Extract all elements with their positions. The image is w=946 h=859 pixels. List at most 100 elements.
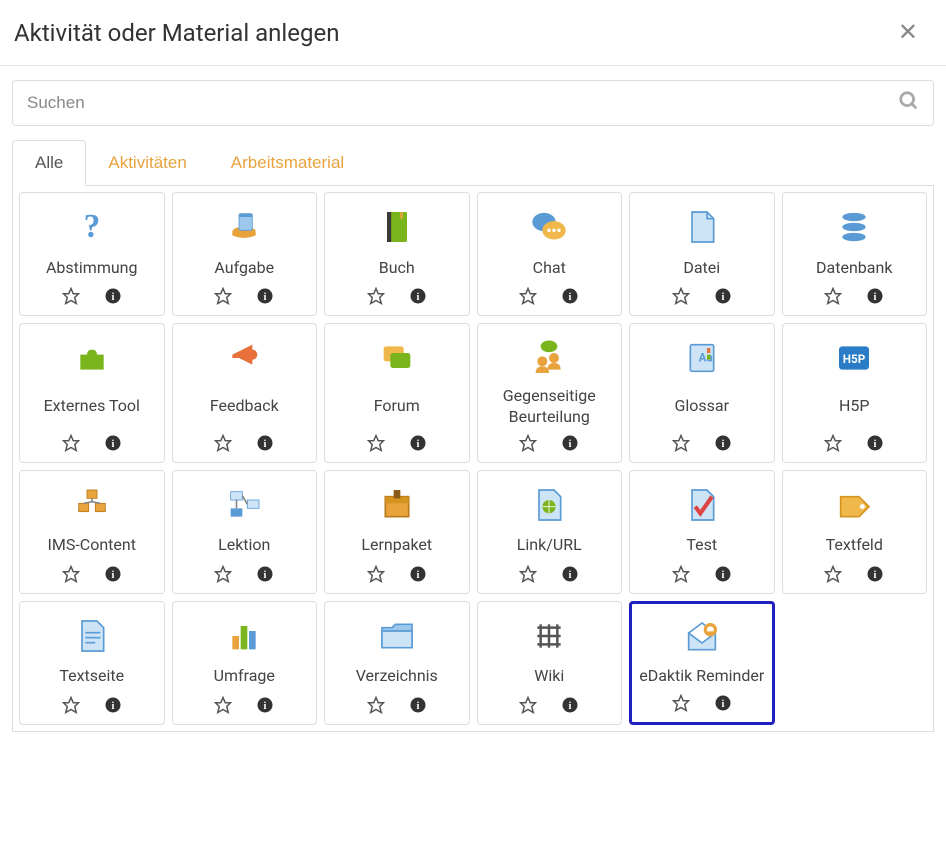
- activity-label: eDaktik Reminder: [639, 666, 764, 687]
- info-button[interactable]: i: [866, 287, 884, 305]
- activity-card[interactable]: Wikii: [477, 601, 623, 725]
- info-button[interactable]: i: [561, 696, 579, 714]
- info-button[interactable]: i: [714, 694, 732, 712]
- card-actions: i: [62, 565, 122, 583]
- star-button[interactable]: [519, 696, 537, 714]
- star-button[interactable]: [214, 287, 232, 305]
- info-button[interactable]: i: [866, 565, 884, 583]
- activity-card[interactable]: Testi: [629, 470, 775, 594]
- info-button[interactable]: i: [256, 434, 274, 452]
- h5p-icon: H5P: [830, 334, 878, 382]
- star-button[interactable]: [519, 434, 537, 452]
- svg-text:i: i: [416, 292, 419, 303]
- activity-card[interactable]: Dateii: [629, 192, 775, 316]
- tab-aktivitäten[interactable]: Aktivitäten: [86, 140, 208, 186]
- star-button[interactable]: [672, 287, 690, 305]
- tab-alle[interactable]: Alle: [12, 140, 86, 186]
- activity-card[interactable]: Forumi: [324, 323, 470, 463]
- info-button[interactable]: i: [561, 287, 579, 305]
- page-icon: [68, 612, 116, 660]
- info-button[interactable]: i: [866, 434, 884, 452]
- info-button[interactable]: i: [561, 565, 579, 583]
- star-button[interactable]: [672, 565, 690, 583]
- activity-card[interactable]: Externes Tooli: [19, 323, 165, 463]
- svg-text:i: i: [874, 292, 877, 303]
- activity-card[interactable]: Verzeichnisi: [324, 601, 470, 725]
- star-button[interactable]: [214, 565, 232, 583]
- star-button[interactable]: [62, 696, 80, 714]
- star-button[interactable]: [214, 434, 232, 452]
- star-button[interactable]: [672, 694, 690, 712]
- star-button[interactable]: [519, 287, 537, 305]
- star-button[interactable]: [672, 434, 690, 452]
- close-icon: ✕: [898, 19, 918, 46]
- svg-text:i: i: [569, 569, 572, 580]
- info-button[interactable]: i: [714, 287, 732, 305]
- activity-card[interactable]: Chati: [477, 192, 623, 316]
- star-button[interactable]: [519, 565, 537, 583]
- database-icon: [830, 203, 878, 251]
- info-button[interactable]: i: [256, 287, 274, 305]
- star-button[interactable]: [62, 565, 80, 583]
- activity-card[interactable]: Feedbacki: [172, 323, 318, 463]
- star-button[interactable]: [824, 565, 842, 583]
- activity-card[interactable]: Link/URL i: [477, 470, 623, 594]
- activity-label: Umfrage: [214, 666, 275, 687]
- info-button[interactable]: i: [409, 696, 427, 714]
- activity-card[interactable]: H5PH5Pi: [782, 323, 928, 463]
- tab-arbeitsmaterial[interactable]: Arbeitsmaterial: [209, 140, 366, 186]
- activity-card[interactable]: Aufgabe i: [172, 192, 318, 316]
- card-actions: i: [519, 696, 579, 714]
- star-button[interactable]: [367, 565, 385, 583]
- info-button[interactable]: i: [104, 287, 122, 305]
- info-button[interactable]: i: [104, 565, 122, 583]
- card-actions: i: [367, 696, 427, 714]
- card-actions: i: [672, 434, 732, 452]
- star-button[interactable]: [367, 696, 385, 714]
- star-button[interactable]: [824, 434, 842, 452]
- activity-card[interactable]: Umfrage i: [172, 601, 318, 725]
- info-button[interactable]: i: [714, 565, 732, 583]
- info-button[interactable]: i: [409, 287, 427, 305]
- svg-text:i: i: [416, 569, 419, 580]
- activity-card[interactable]: Lektioni: [172, 470, 318, 594]
- activity-label: Aufgabe: [214, 258, 274, 279]
- activity-card[interactable]: Textseitei: [19, 601, 165, 725]
- info-button[interactable]: i: [256, 565, 274, 583]
- activity-label: Gegenseitige Beurteilung: [484, 386, 616, 428]
- info-button[interactable]: i: [409, 565, 427, 583]
- card-actions: i: [519, 565, 579, 583]
- star-button[interactable]: [367, 287, 385, 305]
- activity-card[interactable]: ?Abstimmungi: [19, 192, 165, 316]
- activity-card[interactable]: IMS-Contenti: [19, 470, 165, 594]
- card-actions: i: [214, 565, 274, 583]
- svg-text:i: i: [111, 292, 114, 303]
- activity-card[interactable]: Textfeldi: [782, 470, 928, 594]
- activity-card[interactable]: Buchi: [324, 192, 470, 316]
- close-button[interactable]: ✕: [892, 18, 924, 47]
- activity-card[interactable]: Gegenseitige Beurteilung i: [477, 323, 623, 463]
- modal-header: Aktivität oder Material anlegen ✕: [0, 0, 946, 66]
- activity-grid: ?AbstimmungiAufgabeiBuchiChatiDateiiDate…: [19, 192, 927, 725]
- activity-label: Abstimmung: [46, 258, 138, 279]
- star-button[interactable]: [62, 287, 80, 305]
- activity-card[interactable]: AaGlossari: [629, 323, 775, 463]
- info-button[interactable]: i: [104, 696, 122, 714]
- info-button[interactable]: i: [714, 434, 732, 452]
- activity-card[interactable]: Lernpaketi: [324, 470, 470, 594]
- search-input[interactable]: [12, 80, 934, 126]
- info-button[interactable]: i: [256, 696, 274, 714]
- activity-card[interactable]: Datenbanki: [782, 192, 928, 316]
- info-button[interactable]: i: [104, 434, 122, 452]
- info-button[interactable]: i: [409, 434, 427, 452]
- card-actions: i: [824, 565, 884, 583]
- star-button[interactable]: [367, 434, 385, 452]
- star-button[interactable]: [214, 696, 232, 714]
- info-button[interactable]: i: [561, 434, 579, 452]
- star-button[interactable]: [62, 434, 80, 452]
- activity-label: Link/URL: [517, 535, 582, 556]
- card-actions: i: [672, 565, 732, 583]
- star-button[interactable]: [824, 287, 842, 305]
- svg-text:i: i: [874, 569, 877, 580]
- activity-card[interactable]: eDaktik Reminder i: [629, 601, 775, 725]
